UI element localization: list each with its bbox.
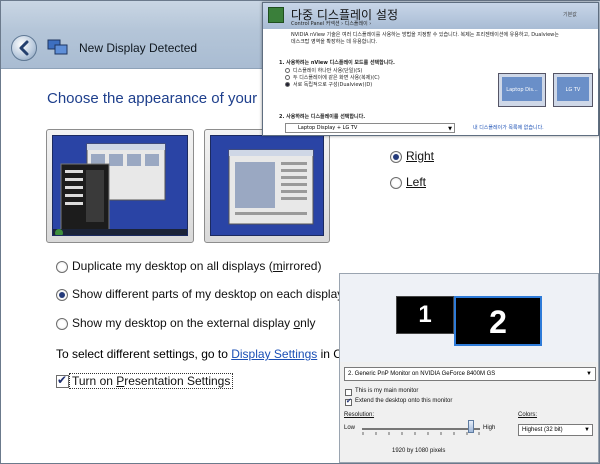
display-settings-panel: 1 2 2. Generic PnP Monitor on NVIDIA GeF… (339, 273, 599, 463)
display-settings-hint: To select different settings, go to Disp… (56, 347, 349, 361)
extend-radio[interactable] (56, 289, 68, 301)
resolution-slider-ticks (362, 432, 480, 435)
presentation-text-pre: Turn on (72, 374, 117, 388)
display-not-listed-link[interactable]: 내 디스플레이가 목록에 없습니다. (473, 124, 544, 131)
resolution-high-label: High (483, 425, 496, 431)
position-left-label[interactable]: Left (406, 175, 426, 189)
duplicate-accelerator: m (272, 259, 283, 273)
resolution-slider-track[interactable] (362, 428, 480, 430)
chevron-down-icon: ▼ (448, 126, 452, 132)
extend-desktop-checkbox[interactable]: ✔ (345, 397, 352, 406)
position-right-text: Right (406, 149, 435, 163)
description-line: NVIDIA nView 기술은 여러 디스플레이를 사용하는 방법을 지정할 … (291, 32, 559, 38)
colors-label: Colors: (518, 412, 538, 418)
duplicate-label[interactable]: Duplicate my desktop on all displays (mi… (72, 259, 321, 273)
resolution-value: 1920 by 1080 pixels (392, 448, 446, 454)
extend-preview-thumbnail[interactable] (204, 129, 330, 243)
extend-text: Show different parts of my desktop on ea… (72, 287, 344, 301)
extend-desktop-label[interactable]: Extend the desktop onto this monitor (355, 398, 452, 404)
extend-label[interactable]: Show different parts of my desktop on ea… (72, 287, 343, 301)
external-only-label[interactable]: Show my desktop on the external display … (72, 316, 316, 330)
desktop-windows-illustration (53, 136, 187, 235)
color-depth-select[interactable]: Highest (32 bit) ▼ (518, 424, 593, 436)
preview-screen (52, 135, 188, 236)
back-arrow-icon (19, 40, 29, 56)
duplicate-radio[interactable] (56, 261, 68, 273)
page-heading: Choose the appearance of your (47, 90, 258, 107)
display-pair-value: Laptop Display + LG TV (298, 125, 358, 131)
presentation-text-post: resentation Settings (124, 374, 231, 388)
clone-mode-radio[interactable] (285, 75, 290, 80)
position-right-label[interactable]: Right (406, 149, 434, 163)
duplicate-text-post: irrored) (282, 259, 322, 273)
single-mode-label[interactable]: 디스플레이 하나만 사용(단일)(S) (293, 67, 362, 74)
back-button[interactable] (11, 35, 37, 61)
hint-prefix: To select different settings, go to (56, 347, 232, 361)
presentation-settings-label[interactable]: Turn on Presentation Settings (69, 373, 234, 389)
monitor-select-value: 2. Generic PnP Monitor on NVIDIA GeForce… (348, 371, 496, 377)
presentation-settings-checkbox[interactable]: ✔ (56, 373, 69, 388)
window-title: New Display Detected (79, 41, 198, 55)
monitor-1[interactable]: 1 (396, 296, 454, 334)
main-monitor-checkbox[interactable] (345, 389, 352, 396)
display-app-icon (47, 37, 69, 57)
duplicate-text-pre: Duplicate my desktop on all displays ( (72, 259, 273, 273)
chevron-down-icon: ▼ (584, 427, 590, 433)
position-left-text: Left (406, 175, 427, 189)
step-2-heading: 2. 사용하려는 디스플레이를 선택합니다. (279, 114, 366, 120)
checkmark-icon: ✔ (57, 373, 68, 387)
preview-screen (210, 135, 324, 236)
desktop-window-illustration (211, 136, 323, 235)
resolution-low-label: Low (344, 425, 356, 431)
display-settings-link[interactable]: Display Settings (231, 347, 317, 361)
display-pair-select[interactable]: Laptop Display + LG TV ▼ (285, 123, 455, 133)
clone-mode-label[interactable]: 두 디스플레이에 같은 화면 사용(복제)(C) (293, 74, 380, 81)
external-only-radio[interactable] (56, 318, 68, 330)
laptop-display-label: Laptop Dis... (502, 77, 542, 101)
lg-tv-display-icon[interactable]: LG TV (553, 73, 593, 107)
external-only-text-pre: Show my desktop on the external display (72, 316, 294, 330)
main-monitor-label[interactable]: This is my main monitor (355, 388, 418, 394)
external-only-text-post: nly (300, 316, 316, 330)
monitor-2-selected[interactable]: 2 (454, 296, 542, 346)
duplicate-preview-thumbnail[interactable] (46, 129, 194, 243)
lg-tv-display-label: LG TV (557, 77, 589, 101)
restore-defaults-link[interactable]: 기본값 (563, 11, 577, 18)
nvidia-multi-display-dialog: 다중 디스플레이 설정 Control Panel 커넥션 › 디스플레이 › … (262, 2, 599, 136)
chevron-down-icon: ▼ (586, 371, 592, 377)
dualview-mode-label[interactable]: 서로 독립적으로 구성(Dualview)(D) (293, 81, 372, 88)
breadcrumb[interactable]: Control Panel 커넥션 › 디스플레이 › (291, 20, 371, 27)
nvidia-icon (268, 7, 284, 23)
position-left-radio[interactable] (390, 177, 402, 189)
single-mode-radio[interactable] (285, 68, 290, 73)
position-right-radio[interactable] (390, 151, 402, 163)
monitor-arrangement-area: 1 2 (340, 274, 598, 362)
step-1-heading: 1. 사용하려는 nView 디스플레이 모드를 선택합니다. (279, 60, 395, 66)
description-line: 데스크탑 영역을 확장하는 데 유용합니다. (291, 39, 378, 45)
resolution-label: Resolution: (344, 412, 375, 418)
resolution-slider-thumb[interactable] (467, 420, 474, 433)
dualview-mode-radio[interactable] (285, 82, 290, 87)
laptop-display-icon[interactable]: Laptop Dis... (498, 73, 546, 107)
color-depth-value: Highest (32 bit) (522, 427, 563, 433)
checkmark-icon: ✔ (346, 397, 352, 405)
monitor-select[interactable]: 2. Generic PnP Monitor on NVIDIA GeForce… (344, 367, 596, 381)
